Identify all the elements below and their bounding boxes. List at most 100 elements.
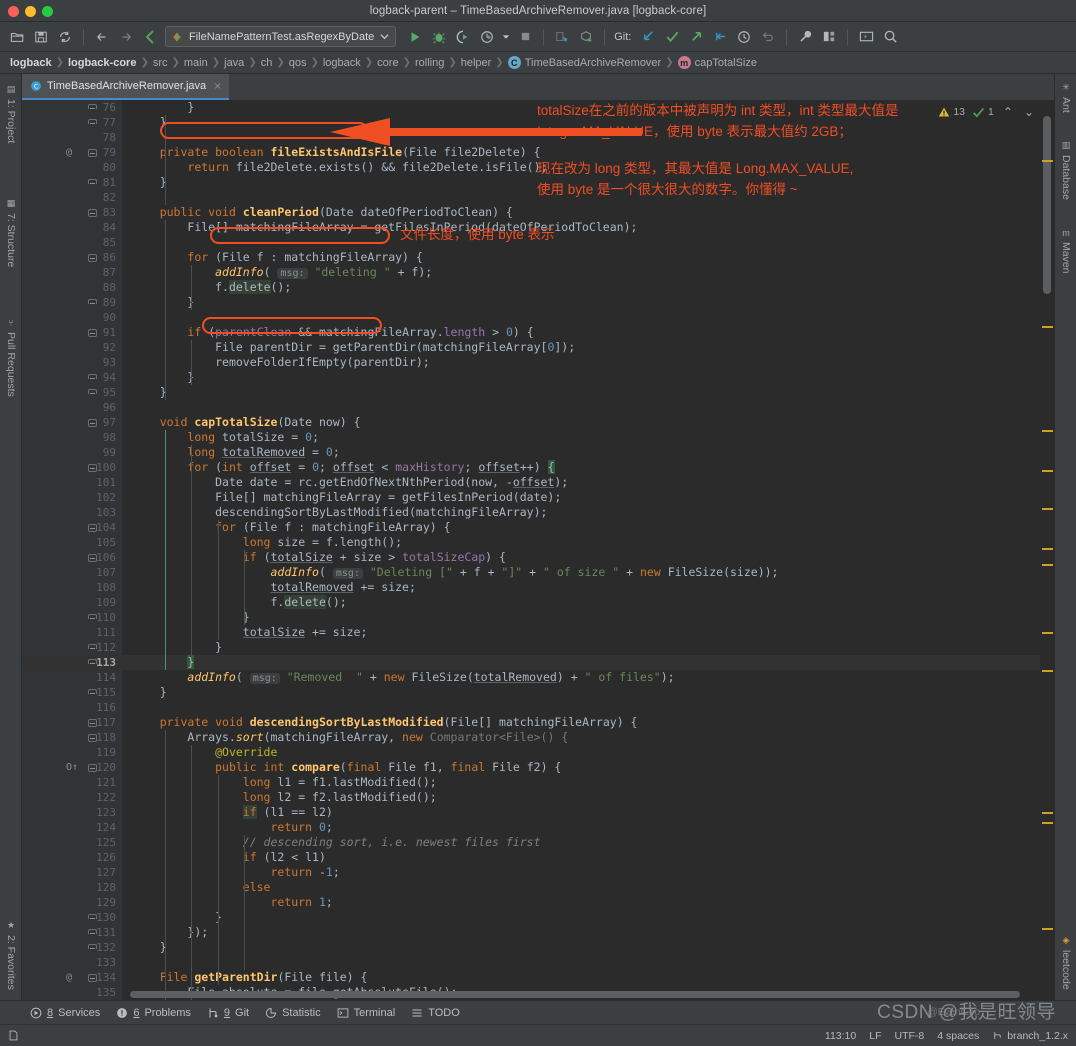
chevron-down-icon[interactable]	[380, 32, 389, 41]
sync-icon[interactable]	[54, 26, 76, 48]
stop-icon[interactable]	[514, 26, 536, 48]
code-line[interactable]: f.delete();	[122, 280, 1054, 295]
code-line[interactable]: addInfo( msg: "Removed " + new FileSize(…	[122, 670, 1054, 685]
code-line[interactable]: }	[122, 940, 1054, 955]
gutter-annotation-icon[interactable]: O↑	[66, 760, 78, 775]
gutter-line[interactable]: 130	[22, 910, 122, 925]
code-line[interactable]: }	[122, 610, 1054, 625]
gutter-line[interactable]: 109	[22, 595, 122, 610]
editor-code-area[interactable]: totalSize在之前的版本中被声明为 int 类型，int 类型最大值是 I…	[122, 100, 1054, 1000]
profiler-icon[interactable]	[476, 26, 498, 48]
save-all-icon[interactable]	[30, 26, 52, 48]
next-problem-icon[interactable]: ⌄	[1024, 105, 1034, 119]
line-separator[interactable]: LF	[869, 1030, 881, 1042]
tool-window-git[interactable]: 9 Git	[207, 1007, 249, 1019]
breadcrumb-item-java[interactable]: java	[220, 57, 248, 69]
gutter-line[interactable]: 102	[22, 490, 122, 505]
structure-icon[interactable]	[818, 26, 840, 48]
code-line[interactable]: return -1;	[122, 865, 1054, 880]
breadcrumb-item-logback[interactable]: logback	[6, 57, 56, 69]
breadcrumb-item-main[interactable]: main	[180, 57, 212, 69]
code-line[interactable]: if (totalSize + size > totalSizeCap) {	[122, 550, 1054, 565]
gutter-line[interactable]: 116	[22, 700, 122, 715]
inspection-summary[interactable]: 13 1 ⌃ ⌄	[932, 100, 1040, 124]
tab-timebasedarchiveremover[interactable]: C TimeBasedArchiveRemover.java ×	[22, 74, 230, 100]
debug-icon[interactable]	[428, 26, 450, 48]
code-line[interactable]: });	[122, 925, 1054, 940]
gutter-line[interactable]: 88	[22, 280, 122, 295]
gutter-line[interactable]: 125	[22, 835, 122, 850]
code-line[interactable]: addInfo( msg: "deleting " + f);	[122, 265, 1054, 280]
code-line[interactable]: totalSize += size;	[122, 625, 1054, 640]
push-icon[interactable]	[685, 26, 707, 48]
gutter-line[interactable]: 98	[22, 430, 122, 445]
gutter-line[interactable]: 92	[22, 340, 122, 355]
fold-marker-icon[interactable]	[88, 374, 97, 379]
fold-marker-icon[interactable]	[88, 719, 97, 727]
code-line[interactable]: long totalRemoved = 0;	[122, 445, 1054, 460]
code-line[interactable]: File[] matchingFileArray = getFilesInPer…	[122, 220, 1054, 235]
code-line[interactable]: if (l2 < l1)	[122, 850, 1054, 865]
tool-window-problems[interactable]: 6 Problems	[116, 1007, 191, 1019]
code-line[interactable]: }	[122, 115, 1054, 130]
fold-marker-icon[interactable]	[88, 119, 97, 124]
run-configuration-selector[interactable]: FileNamePatternTest.asRegexByDate	[165, 26, 397, 47]
prev-problem-icon[interactable]: ⌃	[1003, 105, 1013, 119]
breadcrumb-item-src[interactable]: src	[149, 57, 172, 69]
history-icon[interactable]	[733, 26, 755, 48]
code-line[interactable]: public void cleanPeriod(Date dateOfPerio…	[122, 205, 1054, 220]
gutter-line[interactable]: 128	[22, 880, 122, 895]
fold-marker-icon[interactable]	[88, 329, 97, 337]
code-line[interactable]: long l1 = f1.lastModified();	[122, 775, 1054, 790]
code-line[interactable]	[122, 400, 1054, 415]
sidebar-item-leetcode[interactable]: ◈ leetcode	[1055, 931, 1076, 994]
gutter-line[interactable]: 77	[22, 115, 122, 130]
code-line[interactable]: }	[122, 175, 1054, 190]
gutter-line[interactable]: 135	[22, 985, 122, 1000]
open-project-icon[interactable]	[6, 26, 28, 48]
code-line[interactable]: private boolean fileExistsAndIsFile(File…	[122, 145, 1054, 160]
gutter-line[interactable]: 122	[22, 790, 122, 805]
indent-setting[interactable]: 4 spaces	[937, 1030, 979, 1042]
breadcrumb-item-logback-core[interactable]: logback-core	[64, 57, 140, 69]
code-line[interactable]: // descending sort, i.e. newest files fi…	[122, 835, 1054, 850]
gutter-annotation-icon[interactable]: @	[66, 970, 72, 985]
build-icon[interactable]	[551, 26, 573, 48]
gutter-line[interactable]: 80	[22, 160, 122, 175]
gutter-line[interactable]: 76	[22, 100, 122, 115]
gutter-line[interactable]: 106	[22, 550, 122, 565]
close-icon[interactable]: ×	[214, 79, 221, 93]
fold-marker-icon[interactable]	[88, 554, 97, 562]
horizontal-scrollbar[interactable]	[122, 991, 1036, 1000]
fold-marker-icon[interactable]	[88, 944, 97, 949]
code-line[interactable]	[122, 235, 1054, 250]
code-line[interactable]: }	[122, 385, 1054, 400]
gutter-line[interactable]: 97	[22, 415, 122, 430]
file-encoding[interactable]: UTF-8	[895, 1030, 925, 1042]
gutter-line[interactable]: 90	[22, 310, 122, 325]
fold-marker-icon[interactable]	[88, 149, 97, 157]
gutter-line[interactable]: 91	[22, 325, 122, 340]
code-line[interactable]: }	[122, 655, 1054, 670]
gutter-line[interactable]: 101	[22, 475, 122, 490]
gutter-line[interactable]: 126	[22, 850, 122, 865]
code-line[interactable]: }	[122, 640, 1054, 655]
sidebar-item-structure[interactable]: ▦ 7: Structure	[0, 194, 22, 271]
code-line[interactable]: public int compare(final File f1, final …	[122, 760, 1054, 775]
code-line[interactable]: if (parentClean && matchingFileArray.len…	[122, 325, 1054, 340]
gutter-line[interactable]: 94	[22, 370, 122, 385]
gutter-line[interactable]: 100	[22, 460, 122, 475]
minimize-button[interactable]	[25, 6, 36, 17]
zoom-button[interactable]	[42, 6, 53, 17]
code-line[interactable]: @Override	[122, 745, 1054, 760]
code-line[interactable]: return 0;	[122, 820, 1054, 835]
fold-marker-icon[interactable]	[88, 464, 97, 472]
gutter-line[interactable]: 103	[22, 505, 122, 520]
gutter-line[interactable]: 118	[22, 730, 122, 745]
search-everywhere-icon[interactable]	[879, 26, 901, 48]
editor-scrollbar[interactable]	[1040, 100, 1054, 1000]
gutter-line[interactable]: 93	[22, 355, 122, 370]
fold-marker-icon[interactable]	[88, 209, 97, 217]
gutter-annotation-icon[interactable]: @	[66, 145, 72, 160]
sidebar-item-database[interactable]: ▥ Database	[1055, 136, 1076, 204]
